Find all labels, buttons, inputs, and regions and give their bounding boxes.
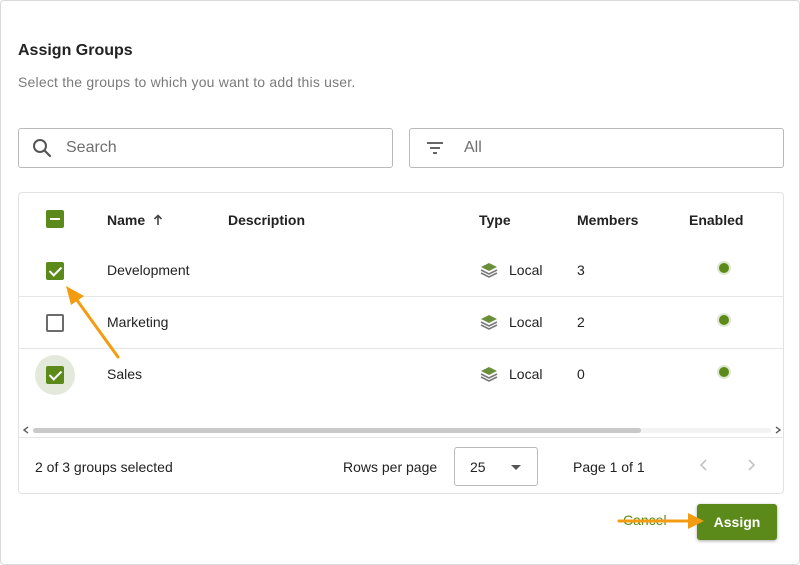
enabled-status-dot — [719, 263, 729, 273]
column-header-enabled[interactable]: Enabled — [689, 212, 743, 228]
rows-per-page-value: 25 — [470, 459, 486, 475]
group-members: 3 — [577, 262, 585, 278]
dialog-title: Assign Groups — [18, 42, 133, 59]
group-type: Local — [509, 262, 543, 278]
row-checkbox[interactable] — [46, 366, 64, 384]
search-icon — [33, 139, 52, 158]
scroll-left-icon[interactable] — [22, 426, 30, 434]
table-footer: 2 of 3 groups selected Rows per page 25 … — [19, 437, 783, 493]
groups-table: Name Description Type Members Enabled De… — [18, 192, 784, 494]
rows-per-page-select[interactable]: 25 — [454, 447, 538, 486]
group-name: Marketing — [107, 314, 169, 330]
column-header-members[interactable]: Members — [577, 212, 638, 228]
horizontal-scrollbar[interactable] — [19, 423, 783, 437]
group-type: Local — [509, 314, 543, 330]
search-input[interactable] — [66, 139, 356, 157]
rows-per-page-label: Rows per page — [343, 459, 438, 475]
table-row[interactable]: Marketing Local 2 — [19, 297, 783, 349]
assign-button[interactable]: Assign — [697, 504, 777, 540]
scrollbar-thumb[interactable] — [33, 428, 641, 433]
sort-up-arrow-icon — [153, 214, 163, 225]
row-checkbox[interactable] — [46, 262, 64, 280]
filter-icon — [427, 142, 443, 154]
next-page-icon[interactable] — [743, 457, 759, 473]
enabled-status-dot — [719, 315, 729, 325]
previous-page-icon[interactable] — [696, 457, 712, 473]
filter-value: All — [464, 139, 482, 156]
column-header-type[interactable]: Type — [479, 212, 511, 228]
local-group-icon — [480, 263, 498, 278]
table-row[interactable]: Development Local 3 — [19, 245, 783, 297]
search-field[interactable] — [18, 128, 393, 168]
local-group-icon — [480, 367, 498, 382]
cancel-button[interactable]: Cancel — [623, 512, 667, 528]
group-name: Sales — [107, 366, 143, 382]
dialog-subtitle: Select the groups to which you want to a… — [18, 74, 356, 90]
group-type: Local — [509, 366, 543, 382]
column-header-description[interactable]: Description — [228, 212, 305, 228]
assign-groups-dialog: Assign Groups Select the groups to which… — [0, 0, 800, 565]
select-all-checkbox[interactable] — [46, 210, 64, 228]
group-name: Development — [107, 262, 190, 278]
chevron-down-icon — [511, 465, 521, 470]
table-row[interactable]: Sales Local 0 — [19, 349, 783, 401]
type-filter-select[interactable]: All — [409, 128, 784, 168]
group-members: 2 — [577, 314, 585, 330]
selection-count: 2 of 3 groups selected — [35, 459, 173, 475]
local-group-icon — [480, 315, 498, 330]
page-indicator: Page 1 of 1 — [573, 459, 645, 475]
table-header: Name Description Type Members Enabled — [19, 193, 783, 245]
scroll-right-icon[interactable] — [774, 426, 782, 434]
column-header-name[interactable]: Name — [107, 212, 163, 228]
group-members: 0 — [577, 366, 585, 382]
enabled-status-dot — [719, 367, 729, 377]
row-checkbox[interactable] — [46, 314, 64, 332]
